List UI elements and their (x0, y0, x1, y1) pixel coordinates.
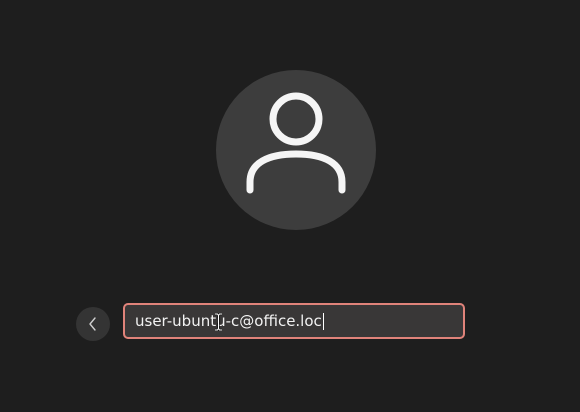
user-icon (246, 92, 346, 194)
username-text: user-ubuntu-c@office.loc (135, 312, 322, 330)
text-caret (322, 312, 324, 330)
login-screen: user-ubuntu-c@office.loc (0, 0, 580, 412)
username-input[interactable]: user-ubuntu-c@office.loc (123, 303, 465, 339)
mouse-ibeam-cursor (215, 313, 222, 331)
user-avatar (216, 70, 376, 230)
back-button[interactable] (76, 307, 110, 341)
chevron-left-icon (89, 317, 96, 331)
username-text-tail: c@office.loc (231, 312, 322, 330)
